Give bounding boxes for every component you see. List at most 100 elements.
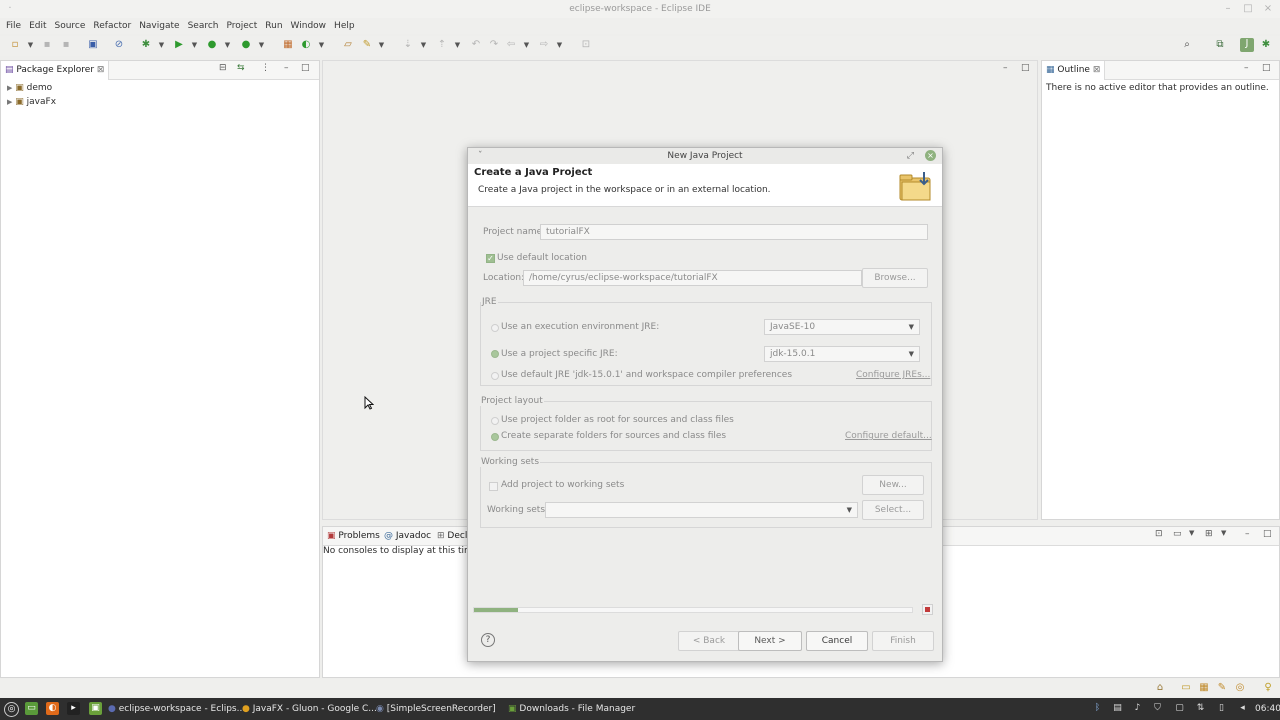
next-button[interactable]: Next > — [738, 631, 802, 651]
maximize-icon[interactable]: □ — [1242, 3, 1254, 15]
next-annotation-dropdown-icon[interactable]: ▼ — [420, 39, 427, 51]
editor-minimize-icon[interactable]: – — [1003, 63, 1008, 73]
last-edit-icon[interactable]: ↶ — [470, 39, 482, 51]
add-working-sets-checkbox[interactable] — [489, 482, 498, 491]
status-icon-4[interactable]: ✎ — [1216, 682, 1228, 694]
menu-search[interactable]: Search — [184, 18, 223, 34]
cancel-button[interactable]: Cancel — [806, 631, 868, 651]
show-desktop-icon[interactable]: ▭ — [25, 702, 38, 715]
close-tab-icon[interactable]: ⊠ — [97, 65, 105, 75]
run-dropdown-icon[interactable]: ▼ — [191, 39, 198, 51]
notifications-icon[interactable]: ♪ — [1131, 702, 1144, 715]
expand-arrow-icon[interactable]: ▶ — [7, 84, 12, 92]
editor-maximize-icon[interactable]: □ — [1021, 63, 1030, 73]
new-dropdown-icon[interactable]: ▼ — [27, 39, 34, 51]
external-tools-dropdown-icon[interactable]: ▼ — [258, 39, 265, 51]
collapse-all-icon[interactable]: ⊟ — [219, 63, 227, 73]
pin-editor-icon[interactable]: ⊡ — [580, 39, 592, 51]
help-icon[interactable]: ? — [481, 633, 495, 647]
search-dropdown-icon[interactable]: ▼ — [378, 39, 385, 51]
taskbar-item-recorder[interactable]: ◉ [SimpleScreenRecorder] — [376, 701, 496, 717]
jre-env-select[interactable]: JavaSE-10 ▼ — [764, 319, 920, 335]
back-dropdown-icon[interactable]: ▼ — [523, 39, 530, 51]
status-icon-2[interactable]: ▭ — [1180, 682, 1192, 694]
files-launcher-icon[interactable]: ▣ — [89, 702, 102, 715]
start-menu-icon[interactable]: ◎ — [4, 702, 19, 717]
terminal-launcher-icon[interactable]: ▸ — [67, 702, 80, 715]
menu-help[interactable]: Help — [330, 18, 359, 34]
tab-outline[interactable]: ▦ Outline ⊠ — [1042, 61, 1106, 80]
forward-dropdown-icon[interactable]: ▼ — [556, 39, 563, 51]
new-java-class-icon[interactable]: ◐ — [300, 39, 312, 51]
tab-declaration[interactable]: ⊞ Decl — [433, 527, 471, 546]
select-working-set-button[interactable]: Select... — [862, 500, 924, 520]
menu-run[interactable]: Run — [261, 18, 286, 34]
status-icon-3[interactable]: ▦ — [1198, 682, 1210, 694]
jre-specific-select[interactable]: jdk-15.0.1 ▼ — [764, 346, 920, 362]
display-console-dropdown-icon[interactable]: ▼ — [1189, 529, 1194, 537]
menu-file[interactable]: File — [2, 18, 25, 34]
battery-icon[interactable]: ▯ — [1215, 702, 1228, 715]
menu-source[interactable]: Source — [51, 18, 90, 34]
maximize-view-icon[interactable]: □ — [1263, 529, 1272, 539]
new-class-dropdown-icon[interactable]: ▼ — [318, 39, 325, 51]
stop-progress-button[interactable] — [922, 604, 933, 615]
close-tab-icon[interactable]: ⊠ — [1093, 65, 1101, 75]
debug-dropdown-icon[interactable]: ▼ — [158, 39, 165, 51]
new-icon[interactable]: ▫ — [9, 39, 21, 51]
terminal-icon[interactable]: ▣ — [87, 39, 99, 51]
save-icon[interactable]: ▪ — [41, 39, 53, 51]
prev-annotation-dropdown-icon[interactable]: ▼ — [454, 39, 461, 51]
tab-problems[interactable]: ▣ Problems — [323, 527, 384, 546]
search-tool-icon[interactable]: ✎ — [361, 39, 373, 51]
skip-breakpoints-icon[interactable]: ⊘ — [113, 39, 125, 51]
jre-specific-radio[interactable] — [491, 350, 499, 358]
minimize-view-icon[interactable]: – — [1244, 63, 1249, 73]
coverage-icon[interactable]: ● — [206, 39, 218, 51]
shield-icon[interactable]: ⛉ — [1151, 702, 1164, 715]
minimize-view-icon[interactable]: – — [284, 63, 289, 73]
taskbar-item-file-manager[interactable]: ▣ Downloads - File Manager — [508, 701, 635, 717]
project-name-input[interactable]: tutorialFX — [540, 224, 928, 240]
menu-edit[interactable]: Edit — [25, 18, 50, 34]
location-input[interactable]: /home/cyrus/eclipse-workspace/tutorialFX — [523, 270, 862, 286]
open-console-dropdown-icon[interactable]: ▼ — [1221, 529, 1226, 537]
clock[interactable]: 06:40 — [1255, 701, 1280, 717]
view-menu-icon[interactable]: ⋮ — [261, 63, 270, 73]
jre-env-radio[interactable] — [491, 324, 499, 332]
finish-button[interactable]: Finish — [872, 631, 934, 651]
tab-package-explorer[interactable]: ▤ Package Explorer ⊠ — [1, 61, 110, 80]
display-console-icon[interactable]: ▭ — [1173, 529, 1182, 539]
close-icon[interactable]: × — [1262, 3, 1274, 15]
dialog-close-icon[interactable]: × — [925, 150, 936, 161]
menu-window[interactable]: Window — [287, 18, 331, 34]
open-perspective-icon[interactable]: ⧉ — [1214, 39, 1226, 51]
tab-javadoc[interactable]: @ Javadoc — [380, 527, 435, 546]
tree-item-demo[interactable]: ▶ ▣ demo — [7, 81, 52, 95]
use-default-location-checkbox[interactable]: ✓ — [486, 254, 495, 263]
taskbar-item-eclipse[interactable]: ● eclipse-workspace - Eclips... — [108, 701, 245, 717]
minimize-icon[interactable]: – — [1222, 3, 1234, 15]
save-all-icon[interactable]: ▪ — [60, 39, 72, 51]
bluetooth-icon[interactable]: ᛒ — [1091, 702, 1104, 715]
menu-navigate[interactable]: Navigate — [135, 18, 183, 34]
clipboard-icon[interactable]: ▤ — [1111, 702, 1124, 715]
taskbar-item-chrome[interactable]: ● JavaFX - Gluon - Google C... — [242, 701, 377, 717]
volume-icon[interactable]: ◂ — [1236, 702, 1249, 715]
java-perspective-icon[interactable]: J — [1240, 38, 1254, 52]
new-java-package-icon[interactable]: ▦ — [282, 39, 294, 51]
maximize-view-icon[interactable]: □ — [301, 63, 310, 73]
debug-perspective-icon[interactable]: ✱ — [1260, 39, 1272, 51]
open-console-icon[interactable]: ⊞ — [1205, 529, 1213, 539]
external-tools-icon[interactable]: ● — [240, 39, 252, 51]
debug-icon[interactable]: ✱ — [140, 39, 152, 51]
prev-annotation-icon[interactable]: ⇡ — [436, 39, 448, 51]
redo-edit-icon[interactable]: ↷ — [488, 39, 500, 51]
maximize-view-icon[interactable]: □ — [1262, 63, 1271, 73]
layout-separate-radio[interactable] — [491, 433, 499, 441]
open-type-icon[interactable]: ▱ — [342, 39, 354, 51]
firefox-icon[interactable]: ◐ — [46, 702, 59, 715]
tree-item-javafx[interactable]: ▶ ▣ javaFx — [7, 95, 56, 109]
status-icon-1[interactable]: ⌂ — [1154, 682, 1166, 694]
back-button[interactable]: < Back — [678, 631, 740, 651]
